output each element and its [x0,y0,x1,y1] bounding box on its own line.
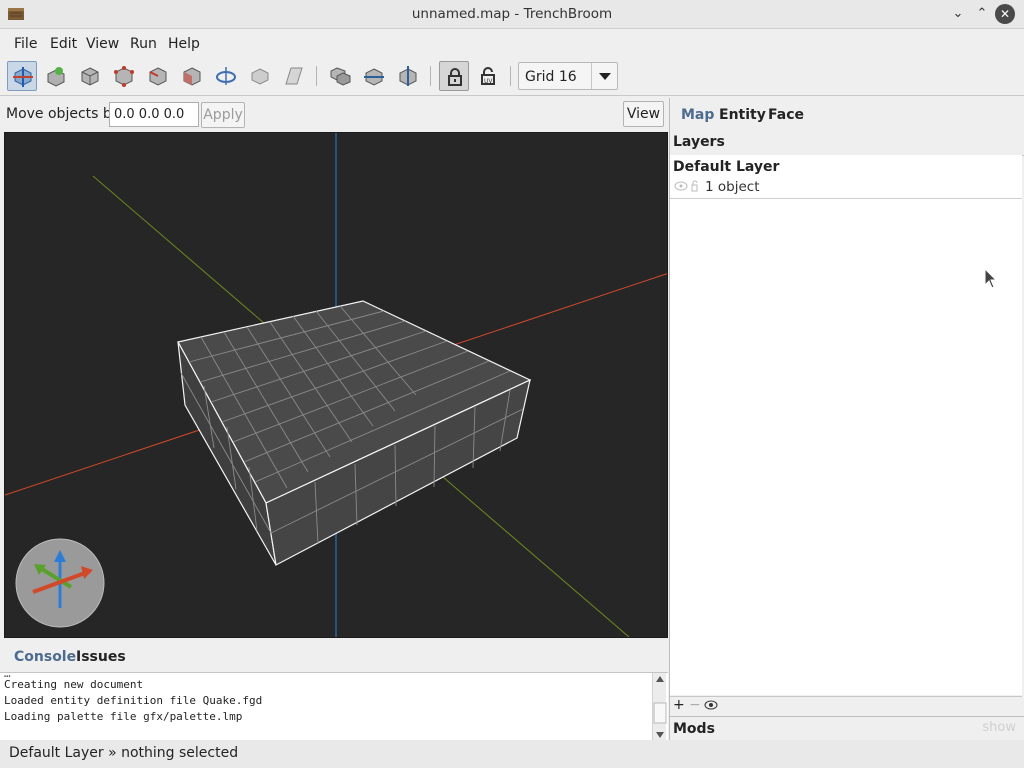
layer-name: Default Layer [673,159,780,175]
layer-row[interactable]: Default Layer 1 object [670,155,1022,199]
shear-tool-icon [285,67,303,85]
view-button[interactable]: View [623,101,664,127]
console-tab-bar: Console Issues [0,640,668,672]
tab-face[interactable]: Face [768,107,804,123]
toolbar: UV [0,57,1024,96]
uv-lock-button[interactable]: UV [473,61,503,91]
3d-viewport[interactable] [4,132,668,638]
entity-tool-icon [47,67,65,87]
menu-help[interactable]: Help [168,36,200,52]
duplicate-icon [330,67,351,86]
window-title: unnamed.map - TrenchBroom [411,6,613,22]
toolbar-separator [316,66,317,86]
svg-text:UV: UV [484,78,493,85]
duplicate-button[interactable] [325,61,355,91]
face-tool-icon [183,67,201,86]
toolbar-separator [430,66,431,86]
move-objects-bar: Move objects by Apply View [0,98,668,132]
mouse-cursor-icon [984,268,998,289]
lock-icon [691,184,698,192]
edge-tool-icon [149,67,167,86]
tab-console[interactable]: Console [14,649,76,665]
uv-lock-icon: UV [481,67,495,85]
tab-issues[interactable]: Issues [76,649,126,665]
flip-horizontal-icon [364,68,384,86]
flip-horizontal-button[interactable] [359,61,389,91]
mods-show-link[interactable]: show [982,720,1016,735]
face-tool-button[interactable] [177,61,207,91]
minimize-button[interactable]: ⌄ [948,4,968,24]
vertex-tool-button[interactable] [109,61,139,91]
move-objects-input[interactable] [109,102,199,127]
move-objects-label: Move objects by [6,106,121,122]
layers-header: Layers [670,130,1024,156]
scale-tool-icon [251,68,269,85]
grid-size-select[interactable]: Grid 16 [518,62,618,90]
close-button[interactable]: ✕ [995,4,1015,24]
layer-buttons: + − [670,696,1022,714]
tab-map[interactable]: Map [681,107,714,123]
texture-lock-button[interactable] [439,61,469,91]
console-output: … Creating new document Loaded entity de… [0,672,668,740]
apply-button[interactable]: Apply [201,102,245,128]
title-bar: unnamed.map - TrenchBroom ⌄ ⌃ ✕ [0,0,1024,29]
flip-vertical-icon [399,66,417,86]
status-text: Default Layer » nothing selected [9,745,239,761]
menu-edit[interactable]: Edit [50,36,77,52]
status-bar: Default Layer » nothing selected [0,740,1024,768]
menu-file[interactable]: File [14,36,37,52]
vertex-tool-icon [114,66,134,87]
console-scrollbar[interactable] [652,673,667,740]
brush-tool-icon [81,67,99,86]
tab-entity[interactable]: Entity [719,107,766,123]
add-layer-icon[interactable]: + [673,697,685,713]
inspector-tabs: Map Entity Face [670,98,1024,130]
remove-layer-icon[interactable]: − [689,697,701,713]
layers-list: Default Layer 1 object [670,155,1022,695]
brush-tool-button[interactable] [75,61,105,91]
console-line: Creating new document [4,678,144,691]
edge-tool-button[interactable] [143,61,173,91]
console-line: Loaded entity definition file Quake.fgd [4,694,263,707]
flip-vertical-button[interactable] [393,61,423,91]
select-tool-button[interactable] [7,61,37,91]
menu-view[interactable]: View [86,36,119,52]
maximize-button[interactable]: ⌃ [972,4,992,24]
grid-size-value: Grid 16 [525,69,577,85]
toolbar-separator [510,66,511,86]
texture-lock-icon [448,68,462,86]
eye-icon[interactable] [703,699,719,715]
layer-visibility-icons [674,180,702,196]
entity-tool-button[interactable] [41,61,71,91]
rotate-tool-button[interactable] [211,61,241,91]
mods-header[interactable]: Mods [670,716,1024,742]
brush-box[interactable] [177,300,532,566]
chevron-down-icon[interactable] [591,63,617,89]
menu-run[interactable]: Run [130,36,157,52]
rotate-tool-icon [216,67,236,85]
select-tool-icon [13,67,33,87]
menu-bar: File Edit View Run Help [0,30,1024,57]
console-line: Loading palette file gfx/palette.lmp [4,710,243,723]
shear-tool-button[interactable] [279,61,309,91]
layer-object-count: 1 object [705,179,760,195]
inspector-panel: Map Entity Face Layers Default Layer 1 o… [669,98,1024,742]
axis-gizmo [15,538,105,628]
scale-tool-button[interactable] [245,61,275,91]
